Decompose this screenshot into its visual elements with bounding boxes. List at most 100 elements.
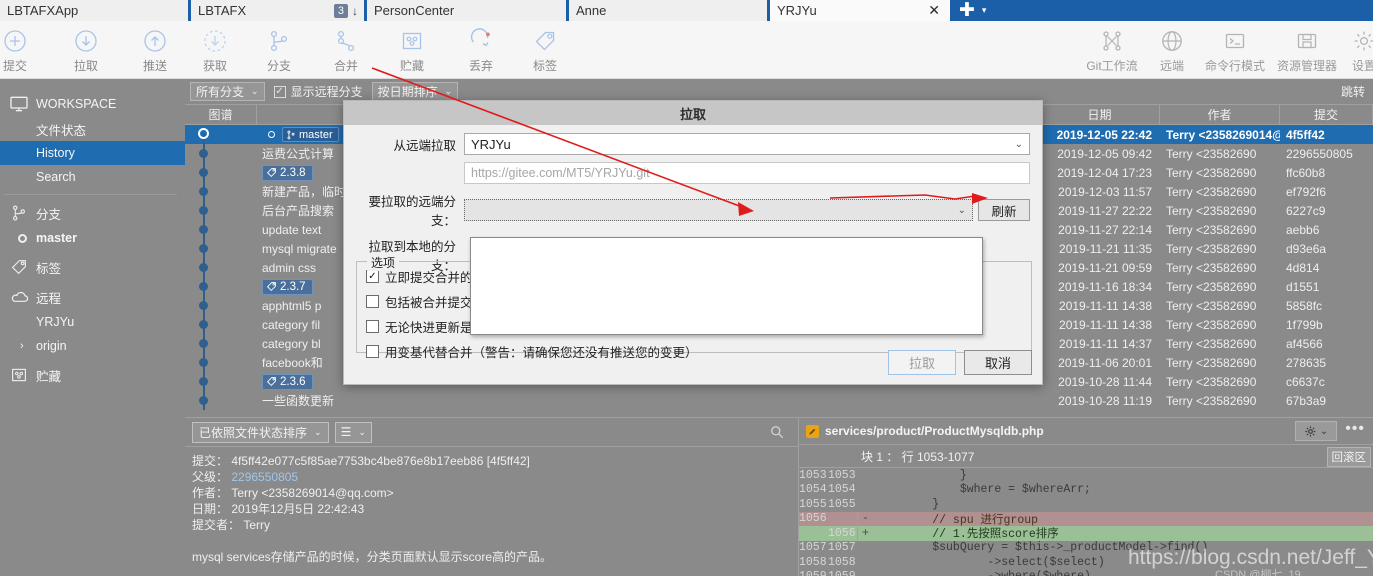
arrow-down-circle-icon [53, 26, 119, 56]
toolbar-fetch-button[interactable]: 获取 [182, 26, 248, 74]
toolbar-commit-button[interactable]: 提交 [0, 26, 48, 74]
checkbox-box: ✓ [366, 270, 379, 283]
sidebar-item-file-status[interactable]: 文件状态 [0, 117, 185, 141]
commit-date-cell: 2019-11-21 09:59 [1058, 260, 1152, 275]
view-menu-dropdown[interactable]: ☰ ⌄ [334, 421, 372, 443]
show-remote-branches-checkbox[interactable]: ✓ 显示远程分支 [273, 83, 363, 100]
remote-url-field[interactable]: https://gitee.com/MT5/YRJYu.git [464, 162, 1030, 184]
sidebar-item-remote-origin[interactable]: › origin [0, 334, 185, 358]
commit-graph-cell [185, 144, 257, 163]
hunk-label: 块 1 ： 行 1053-1077 [861, 449, 975, 464]
diff-old-line-number: 1057 [799, 541, 827, 555]
remote-branch-select[interactable]: ⌄ [464, 199, 973, 221]
tag-chip-label: 2.3.6 [280, 375, 306, 388]
tag-icon [10, 258, 36, 276]
tag-chip[interactable]: 2.3.8 [262, 164, 313, 181]
toolbar-pull-button[interactable]: 拉取 [53, 26, 119, 74]
new-tab-button[interactable]: ✚ [950, 0, 982, 21]
toolbar-merge-button[interactable]: 合并 [313, 26, 379, 74]
head-indicator-icon [268, 131, 275, 138]
file-sort-dropdown[interactable]: 已依照文件状态排序 ⌄ [192, 421, 329, 443]
toolbar-stash-button[interactable]: 贮藏 [379, 26, 445, 74]
tag-icon [266, 281, 277, 292]
sort-filter-dropdown[interactable]: 按日期排序 ⌄ [371, 82, 459, 101]
graph-node-icon [199, 244, 208, 253]
diff-settings-button[interactable]: ⌄ [1295, 421, 1337, 441]
chevron-down-icon[interactable]: ▾ [982, 0, 995, 21]
monitor-icon [10, 96, 36, 112]
toolbar-label: 推送 [142, 59, 167, 73]
jump-link[interactable]: 跳转 [1341, 83, 1365, 100]
sidebar-section-workspace[interactable]: WORKSPACE [0, 91, 185, 117]
toolbar-gitflow-button[interactable]: Git工作流 [1079, 26, 1145, 74]
remote-url-value: https://gitee.com/MT5/YRJYu.git [471, 166, 650, 180]
toolbar-label: 获取 [202, 59, 227, 73]
toolbar-remote-button[interactable]: 远端 [1139, 26, 1205, 74]
commit-description: facebook和 [262, 356, 323, 370]
pull-confirm-button[interactable]: 拉取 [888, 350, 956, 375]
column-header-date[interactable]: 日期 [1040, 105, 1160, 124]
toolbar-tag-button[interactable]: 标签 [512, 26, 578, 74]
main-toolbar: 提交 拉取 推送 获取 分支 合并 贮藏 丢弃 标签 Git工作流 远端 命令行… [0, 21, 1373, 79]
tab-anne[interactable]: Anne [566, 0, 767, 21]
graph-node-icon [199, 225, 208, 234]
tab-lbtafxapp[interactable]: LBTAFXApp [0, 0, 188, 21]
toolbar-label: 命令行模式 [1204, 59, 1265, 73]
sidebar-section-label: WORKSPACE [36, 97, 117, 111]
sidebar-item-remote-yrjyu[interactable]: YRJYu [0, 310, 185, 334]
branch-filter-dropdown[interactable]: 所有分支 ⌄ [190, 82, 265, 101]
commit-field-date: 日期： 2019年12月5日 22:42:43 [192, 501, 798, 517]
toolbar-label: 远端 [1159, 59, 1184, 73]
tag-chip[interactable]: 2.3.7 [262, 278, 313, 295]
sidebar-section-branches[interactable]: 分支 [0, 200, 185, 226]
rollback-button[interactable]: 回滚区 [1326, 447, 1371, 467]
commit-author-cell: Terry <23582690 [1166, 184, 1257, 199]
commit-field-committer: 提交者： Terry [192, 517, 798, 533]
close-icon[interactable]: ✕ [924, 2, 944, 19]
diff-pane: services/product/ProductMysqldb.php ⌄ ••… [798, 417, 1373, 576]
tag-chip[interactable]: 2.3.6 [262, 373, 313, 390]
sidebar-item-search[interactable]: Search [0, 165, 185, 189]
diff-line: 10591059 ->where($where) [799, 570, 1373, 576]
sidebar-item-branch-master[interactable]: master [0, 226, 185, 250]
commit-author-cell: Terry <23582690 [1166, 260, 1257, 275]
remote-branch-dropdown-list[interactable] [470, 237, 983, 335]
sidebar-item-label: Search [36, 170, 76, 184]
sidebar-section-tags[interactable]: 标签 [0, 254, 185, 280]
commit-description: 一些函数更新 [262, 394, 335, 408]
parent-commit-link[interactable]: 2296550805 [231, 470, 298, 484]
pull-cancel-button[interactable]: 取消 [964, 350, 1032, 375]
refresh-button[interactable]: 刷新 [978, 199, 1030, 221]
field-key: 日期： [192, 502, 229, 516]
column-header-graph[interactable]: 图谱 [185, 105, 257, 124]
chevron-down-icon: ⌄ [251, 86, 259, 96]
checkbox-label: 显示远程分支 [290, 85, 363, 99]
commit-hash-cell: 2296550805 [1286, 146, 1353, 161]
table-row[interactable]: 一些函数更新 2019-10-28 11:19 Terry <23582690 67b… [185, 391, 1373, 410]
sidebar-item-history[interactable]: History [0, 141, 185, 165]
remote-select[interactable]: YRJYu ⌄ [464, 133, 1030, 155]
toolbar-branch-button[interactable]: 分支 [246, 26, 312, 74]
toolbar-push-button[interactable]: 推送 [122, 26, 188, 74]
column-header-commit[interactable]: 提交 [1280, 105, 1373, 124]
search-icon[interactable] [770, 425, 784, 439]
tab-lbtafx[interactable]: LBTAFX 3 ↓ [188, 0, 364, 21]
checkbox-box: ✓ [273, 85, 286, 98]
tab-label: LBTAFX [198, 3, 247, 18]
toolbar-discard-button[interactable]: 丢弃 [448, 26, 514, 74]
branch-chip[interactable]: master [282, 127, 339, 142]
toolbar-settings-button[interactable]: 设置 [1334, 26, 1373, 74]
commit-graph-cell [185, 182, 257, 201]
diff-more-button[interactable]: ••• [1345, 420, 1365, 438]
sidebar-section-stash[interactable]: 贮藏 [0, 362, 185, 388]
column-header-author[interactable]: 作者 [1160, 105, 1280, 124]
commit-field-author: 作者： Terry <2358269014@qq.com> [192, 485, 798, 501]
tab-personcenter[interactable]: PersonCenter [364, 0, 566, 21]
list-view-icon: ☰ [340, 425, 352, 439]
tag-icon [266, 376, 277, 387]
commit-description: mysql migrate [262, 241, 337, 256]
tab-yrjyu[interactable]: YRJYu ✕ [767, 0, 950, 21]
toolbar-terminal-button[interactable]: 命令行模式 [1197, 26, 1273, 74]
sidebar-section-remotes[interactable]: 远程 [0, 284, 185, 310]
chevron-right-icon[interactable]: › [20, 340, 24, 352]
